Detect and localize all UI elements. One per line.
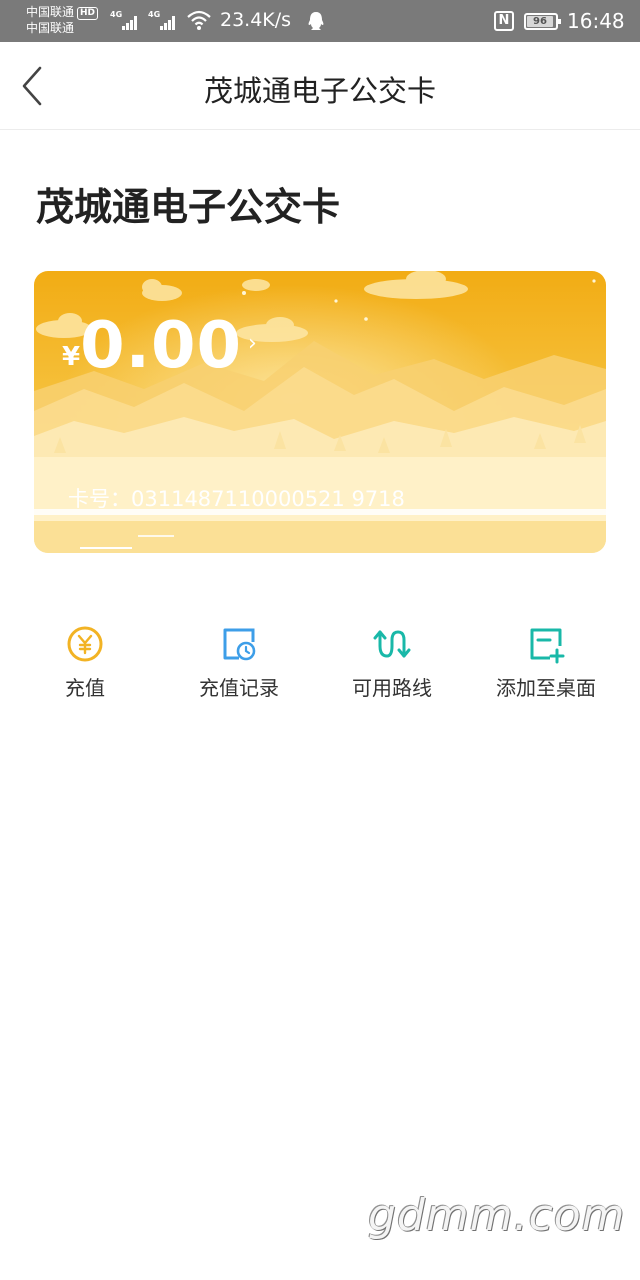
wifi-icon <box>187 10 211 30</box>
battery-icon: 96 <box>524 13 561 30</box>
hd-badge: HD <box>77 7 99 20</box>
balance-amount: 0.00 <box>80 309 242 383</box>
card-clock-icon <box>223 628 256 661</box>
nav-title: 茂城通电子公交卡 <box>203 74 436 108</box>
bus-card[interactable]: ¥0.00 › 卡号：0311487110000521 9718 <box>34 271 606 553</box>
status-bar: 中国联通 HD 中国联通 4G 4G 23.4K/s N 96 16:48 <box>0 0 640 42</box>
network-speed: 23.4K/s <box>220 9 292 31</box>
card-balance: ¥0.00 <box>62 309 242 383</box>
route-arrows-icon <box>373 630 411 658</box>
network-2-label: 4G <box>148 10 161 19</box>
page-title: 茂城通电子公交卡 <box>36 185 341 229</box>
currency-symbol: ¥ <box>62 342 81 372</box>
available-routes-button[interactable]: 可用路线 <box>317 620 467 704</box>
carrier-1-label: 中国联通 <box>26 5 75 19</box>
recharge-label: 充值 <box>65 676 105 700</box>
chevron-right-icon[interactable]: › <box>248 331 257 356</box>
carrier-info: 中国联通 HD 中国联通 <box>26 4 99 36</box>
recharge-history-button[interactable]: 充值记录 <box>164 620 314 704</box>
yen-coin-icon <box>67 626 103 662</box>
nav-bar: 茂城通电子公交卡 <box>0 42 640 130</box>
recharge-history-label: 充值记录 <box>199 676 279 700</box>
watermark: gdmm.com <box>368 1190 626 1241</box>
carrier-2-label: 中国联通 <box>26 21 75 35</box>
nfc-icon: N <box>494 11 514 31</box>
add-to-desktop-icon <box>530 628 565 664</box>
battery-level: 96 <box>527 16 553 27</box>
card-number: 卡号：0311487110000521 9718 <box>68 487 405 511</box>
add-to-desktop-label: 添加至桌面 <box>496 676 596 700</box>
qq-icon <box>308 12 324 30</box>
available-routes-label: 可用路线 <box>352 676 432 700</box>
add-to-desktop-button[interactable]: 添加至桌面 <box>471 620 621 704</box>
recharge-button[interactable]: 充值 <box>10 620 160 704</box>
action-bar: 充值 充值记录 可用路线 添加至桌面 <box>0 620 640 710</box>
network-1-label: 4G <box>110 10 123 19</box>
clock: 16:48 <box>567 9 625 33</box>
